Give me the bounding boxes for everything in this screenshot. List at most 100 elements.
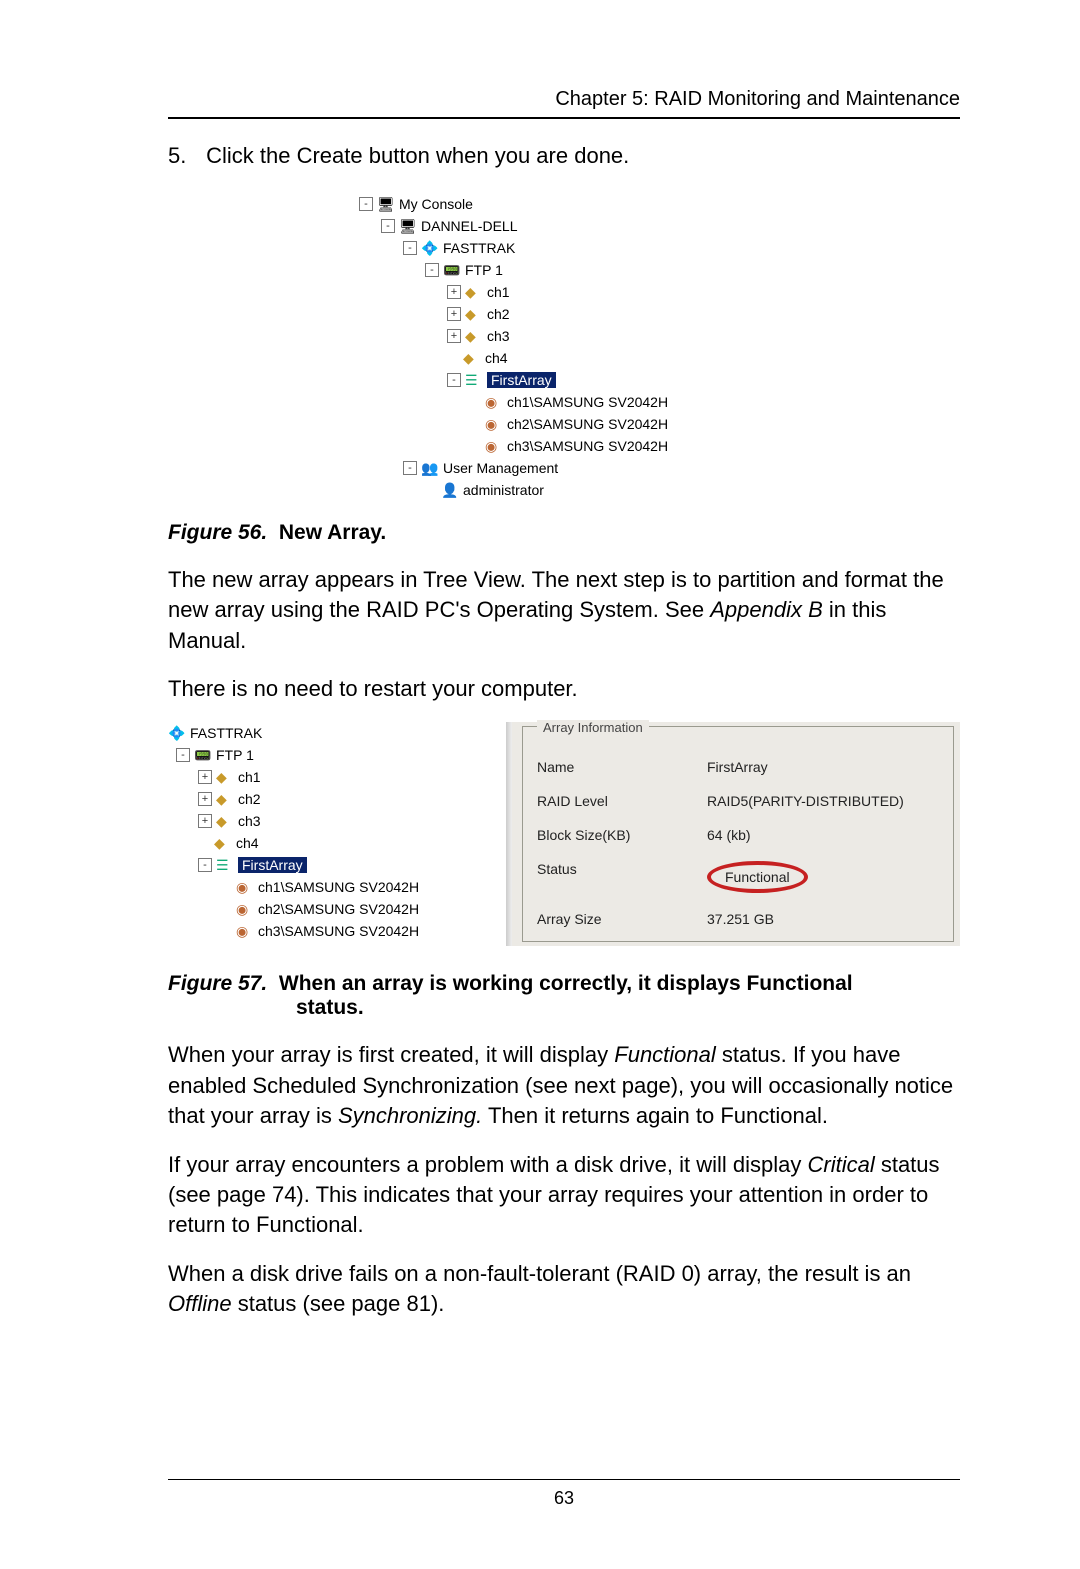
tree-node-card[interactable]: - FASTTRAK (359, 237, 769, 259)
tree-node-host[interactable]: - DANNEL-DELL (359, 215, 769, 237)
figure57-tree: FASTTRAK - FTP 1 + ch1 + ch2 + ch3 (168, 722, 488, 946)
fieldset-legend: Array Information (537, 720, 649, 735)
channel-icon (216, 791, 234, 807)
tree-node-ch4[interactable]: ch4 (359, 347, 769, 369)
tree-node-ch3[interactable]: + ch3 (168, 810, 488, 832)
tree-node-ftp[interactable]: - FTP 1 (359, 259, 769, 281)
info-status-label: Status (537, 861, 707, 893)
info-name-value: FirstArray (707, 759, 768, 775)
text: status (see page 81). (232, 1291, 445, 1316)
tree-label: FASTTRAK (190, 725, 262, 741)
tree-node-card[interactable]: FASTTRAK (168, 722, 488, 744)
tree-label: ch1\SAMSUNG SV2042H (258, 879, 419, 895)
text-italic: Synchronizing. (338, 1103, 482, 1128)
expand-icon[interactable]: + (198, 814, 212, 828)
tree-label: User Management (443, 460, 558, 476)
tree-node-myconsole[interactable]: - My Console (359, 193, 769, 215)
disk-icon (485, 438, 503, 454)
tree-label: ch4 (485, 350, 508, 366)
channel-icon (216, 813, 234, 829)
disk-icon (236, 879, 254, 895)
expand-icon[interactable]: + (198, 792, 212, 806)
tree-label: ch2\SAMSUNG SV2042H (507, 416, 668, 432)
step-number: 5. (168, 143, 200, 169)
channel-icon (465, 306, 483, 322)
collapse-icon[interactable]: - (381, 219, 395, 233)
collapse-icon[interactable]: - (176, 748, 190, 762)
text-italic: Functional (614, 1042, 716, 1067)
tree-label: FTP 1 (465, 262, 503, 278)
collapse-icon[interactable]: - (403, 241, 417, 255)
tree-node-ch1[interactable]: + ch1 (168, 766, 488, 788)
step-line: 5. Click the Create button when you are … (168, 143, 960, 169)
monitor-icon (377, 196, 395, 212)
page-footer: 63 (168, 1479, 960, 1509)
tree-node-array[interactable]: - FirstArray (168, 854, 488, 876)
text-italic: Critical (807, 1152, 874, 1177)
text: When your array is first created, it wil… (168, 1042, 614, 1067)
chapter-header: Chapter 5: RAID Monitoring and Maintenan… (168, 88, 960, 119)
disk-icon (236, 923, 254, 939)
tree-node-disk2[interactable]: ch2\SAMSUNG SV2042H (168, 898, 488, 920)
tree-label: ch2 (238, 791, 261, 807)
info-status-value: Functional (725, 869, 790, 885)
collapse-icon[interactable]: - (359, 197, 373, 211)
expand-icon[interactable]: + (447, 307, 461, 321)
tree-label-selected: FirstArray (487, 372, 556, 388)
tree-label: ch2\SAMSUNG SV2042H (258, 901, 419, 917)
collapse-icon[interactable]: - (198, 858, 212, 872)
info-block-label: Block Size(KB) (537, 827, 707, 843)
step-text: Click the Create button when you are don… (206, 143, 629, 168)
array-icon (465, 372, 483, 388)
expand-icon[interactable]: + (198, 770, 212, 784)
info-raid-value: RAID5(PARITY-DISTRIBUTED) (707, 793, 904, 809)
text-italic: Offline (168, 1291, 232, 1316)
tree-node-disk2[interactable]: ch2\SAMSUNG SV2042H (359, 413, 769, 435)
controller-icon (443, 262, 461, 278)
tree-label: ch1 (238, 769, 261, 785)
tree-label: My Console (399, 196, 473, 212)
tree-node-disk3[interactable]: ch3\SAMSUNG SV2042H (168, 920, 488, 942)
channel-icon (463, 350, 481, 366)
info-size-label: Array Size (537, 911, 707, 927)
tree-node-usermgmt[interactable]: - User Management (359, 457, 769, 479)
collapse-icon[interactable]: - (447, 373, 461, 387)
tree-node-disk1[interactable]: ch1\SAMSUNG SV2042H (168, 876, 488, 898)
tree-node-disk1[interactable]: ch1\SAMSUNG SV2042H (359, 391, 769, 413)
tree-node-ftp[interactable]: - FTP 1 (168, 744, 488, 766)
tree-node-ch2[interactable]: + ch2 (359, 303, 769, 325)
tree-label: FASTTRAK (443, 240, 515, 256)
expand-icon[interactable]: + (447, 285, 461, 299)
info-size-value: 37.251 GB (707, 911, 774, 927)
tree-label: ch1 (487, 284, 510, 300)
paragraph-1: The new array appears in Tree View. The … (168, 565, 960, 656)
paragraph-2: There is no need to restart your compute… (168, 674, 960, 704)
tree-label: DANNEL-DELL (421, 218, 517, 234)
tree-label: ch3 (487, 328, 510, 344)
tree-node-ch3[interactable]: + ch3 (359, 325, 769, 347)
collapse-icon[interactable]: - (403, 461, 417, 475)
figure57-caption: Figure 57. When an array is working corr… (168, 972, 960, 1020)
tree-node-disk3[interactable]: ch3\SAMSUNG SV2042H (359, 435, 769, 457)
controller-icon (194, 747, 212, 763)
tree-node-ch1[interactable]: + ch1 (359, 281, 769, 303)
tree-label: FTP 1 (216, 747, 254, 763)
info-raid-label: RAID Level (537, 793, 707, 809)
user-icon (441, 482, 459, 498)
figure56-caption: Figure 56. New Array. (168, 521, 960, 545)
tree-label: ch3 (238, 813, 261, 829)
channel-icon (216, 769, 234, 785)
status-highlight-circle: Functional (707, 861, 808, 893)
tree-node-ch4[interactable]: ch4 (168, 832, 488, 854)
users-icon (421, 460, 439, 476)
splitter[interactable] (506, 722, 512, 946)
expand-icon[interactable]: + (447, 329, 461, 343)
tree-label: ch4 (236, 835, 259, 851)
page-number: 63 (554, 1488, 574, 1508)
tree-node-ch2[interactable]: + ch2 (168, 788, 488, 810)
collapse-icon[interactable]: - (425, 263, 439, 277)
array-info-panel: Array Information Name FirstArray RAID L… (506, 722, 960, 946)
tree-node-array[interactable]: - FirstArray (359, 369, 769, 391)
tree-node-admin[interactable]: administrator (359, 479, 769, 501)
figure57: FASTTRAK - FTP 1 + ch1 + ch2 + ch3 (168, 722, 960, 946)
